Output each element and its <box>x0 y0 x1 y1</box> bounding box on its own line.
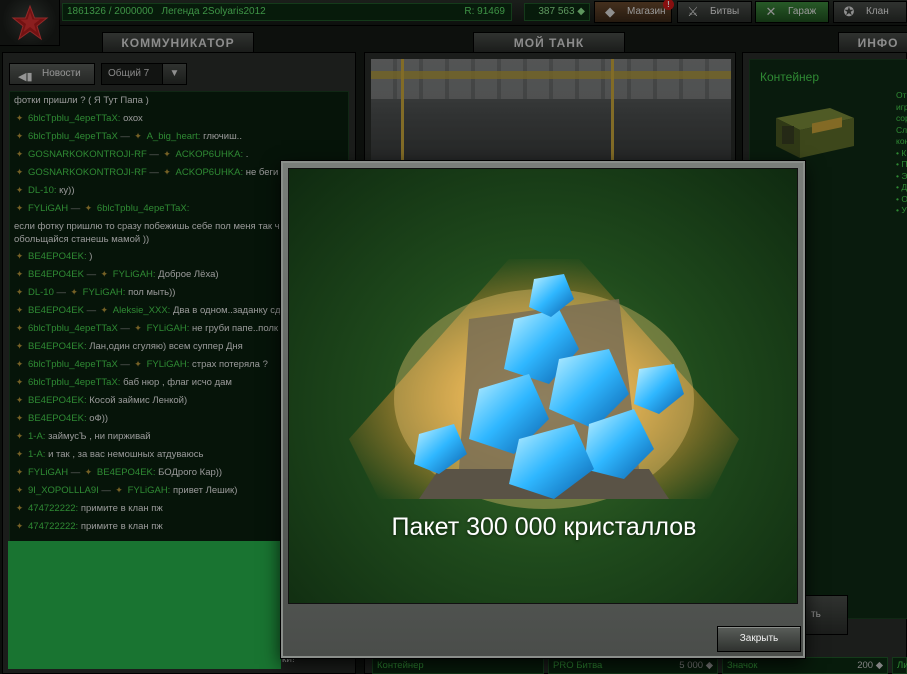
close-button[interactable]: Закрыть <box>717 626 801 652</box>
game-screen: 1861326 / 2000000 Легенда 2Solyaris2012 … <box>0 0 907 674</box>
package-title: Пакет 300 000 кристаллов <box>391 513 697 541</box>
purchase-modal: Пакет 300 000 кристаллов Закрыть <box>281 161 805 658</box>
package-artwork: Пакет 300 000 кристаллов <box>288 168 798 604</box>
